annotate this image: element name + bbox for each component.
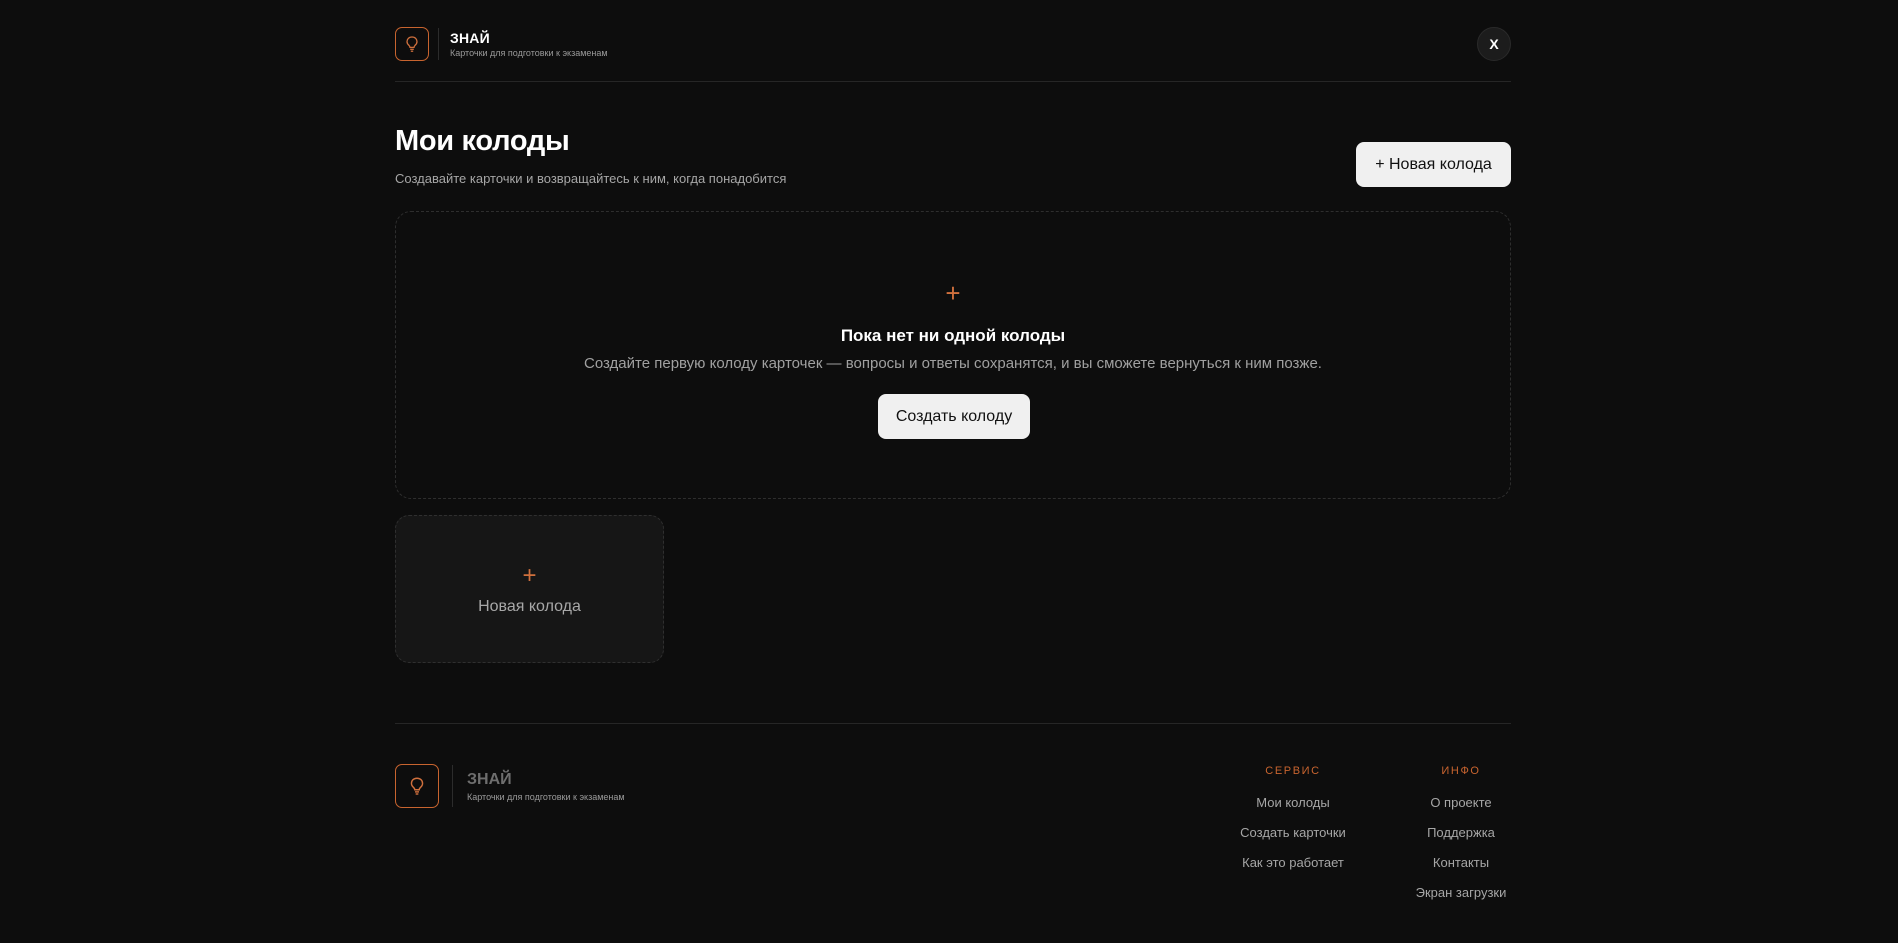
footer-brand-subtitle: Карточки для подготовки к экзаменам (467, 792, 625, 802)
lightbulb-icon (406, 36, 418, 52)
plus-icon: + (522, 562, 537, 589)
lightbulb-icon (410, 777, 424, 795)
footer-divider (395, 723, 1511, 724)
brand-title: ЗНАЙ (450, 30, 490, 46)
footer-link-loading-screen[interactable]: Экран загрузки (1411, 885, 1511, 915)
create-deck-button[interactable]: Создать колоду (878, 394, 1030, 439)
footer-link-about[interactable]: О проекте (1411, 795, 1511, 825)
footer-logo[interactable] (395, 764, 439, 808)
new-deck-tile[interactable]: + Новая колода (395, 515, 664, 663)
page-subtitle: Создавайте карточки и возвращайтесь к ни… (395, 171, 787, 186)
footer-link-create-cards[interactable]: Создать карточки (1231, 825, 1355, 855)
plus-icon: + (945, 278, 961, 308)
footer-service-heading: СЕРВИС (1265, 765, 1321, 777)
footer-link-my-decks[interactable]: Мои колоды (1231, 795, 1355, 825)
brand-subtitle: Карточки для подготовки к экзаменам (450, 48, 608, 58)
footer-service-column: СЕРВИС Мои колоды Создать карточки Как э… (1231, 765, 1355, 885)
page-container: ЗНАЙ Карточки для подготовки к экзаменам… (395, 0, 1511, 943)
footer-info-heading: ИНФО (1441, 765, 1481, 777)
empty-state-title: Пока нет ни одной колоды (840, 326, 1066, 345)
top-header: ЗНАЙ Карточки для подготовки к экзаменам… (395, 0, 1511, 82)
new-deck-tile-label: Новая колода (478, 598, 581, 615)
new-deck-button[interactable]: + Новая колода (1356, 142, 1511, 187)
footer-logo-divider (452, 765, 453, 807)
footer-link-contacts[interactable]: Контакты (1411, 855, 1511, 885)
close-button[interactable]: X (1477, 27, 1511, 61)
empty-state-card: + Пока нет ни одной колоды Создайте перв… (395, 211, 1511, 499)
footer-info-column: ИНФО О проекте Поддержка Контакты Экран … (1411, 765, 1511, 915)
logo[interactable] (395, 27, 429, 61)
footer-brand-title: ЗНАЙ (467, 771, 512, 788)
logo-divider (438, 28, 439, 60)
page-title: Мои колоды (395, 125, 570, 157)
footer-link-how-it-works[interactable]: Как это работает (1231, 855, 1355, 885)
footer-link-support[interactable]: Поддержка (1411, 825, 1511, 855)
empty-state-text: Создайте первую колоду карточек — вопрос… (584, 355, 1322, 372)
